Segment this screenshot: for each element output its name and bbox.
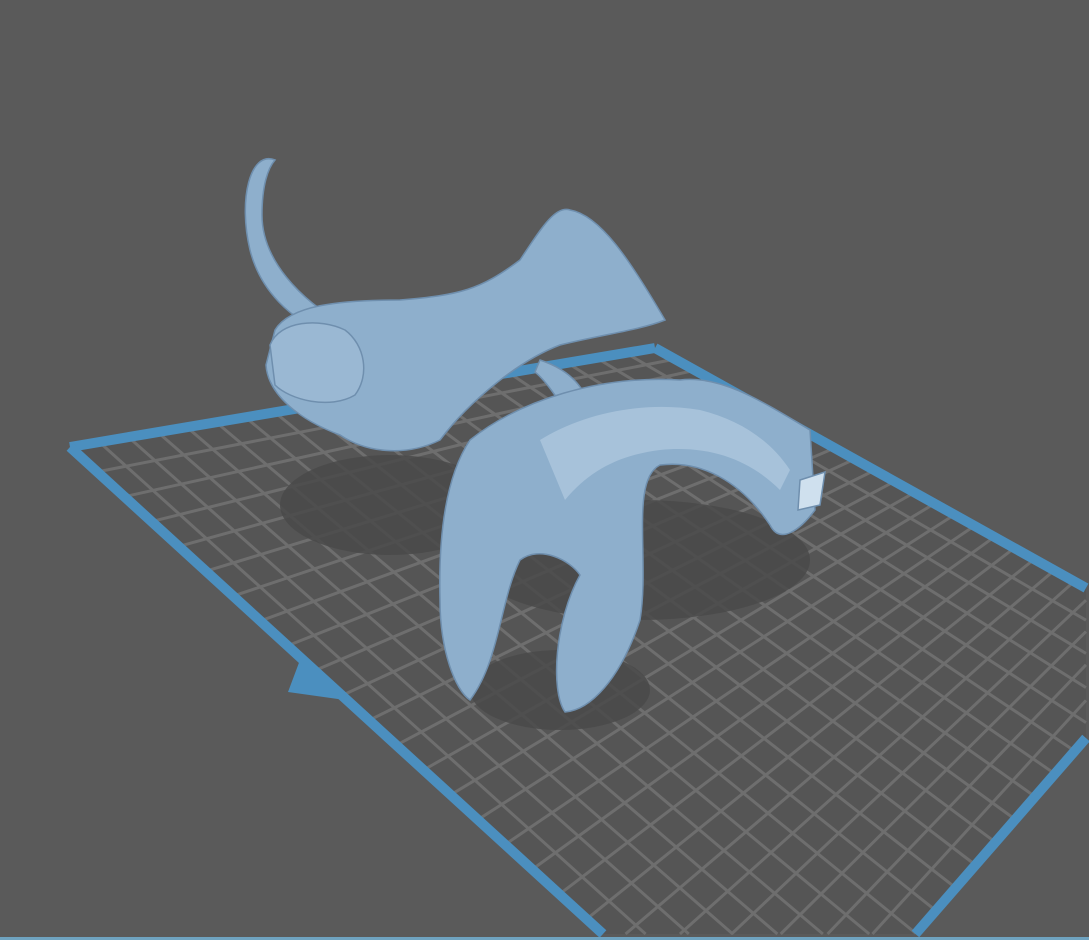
scene-canvas[interactable] [0, 0, 1089, 940]
3d-viewport[interactable] [0, 0, 1089, 940]
model-head [269, 322, 365, 404]
